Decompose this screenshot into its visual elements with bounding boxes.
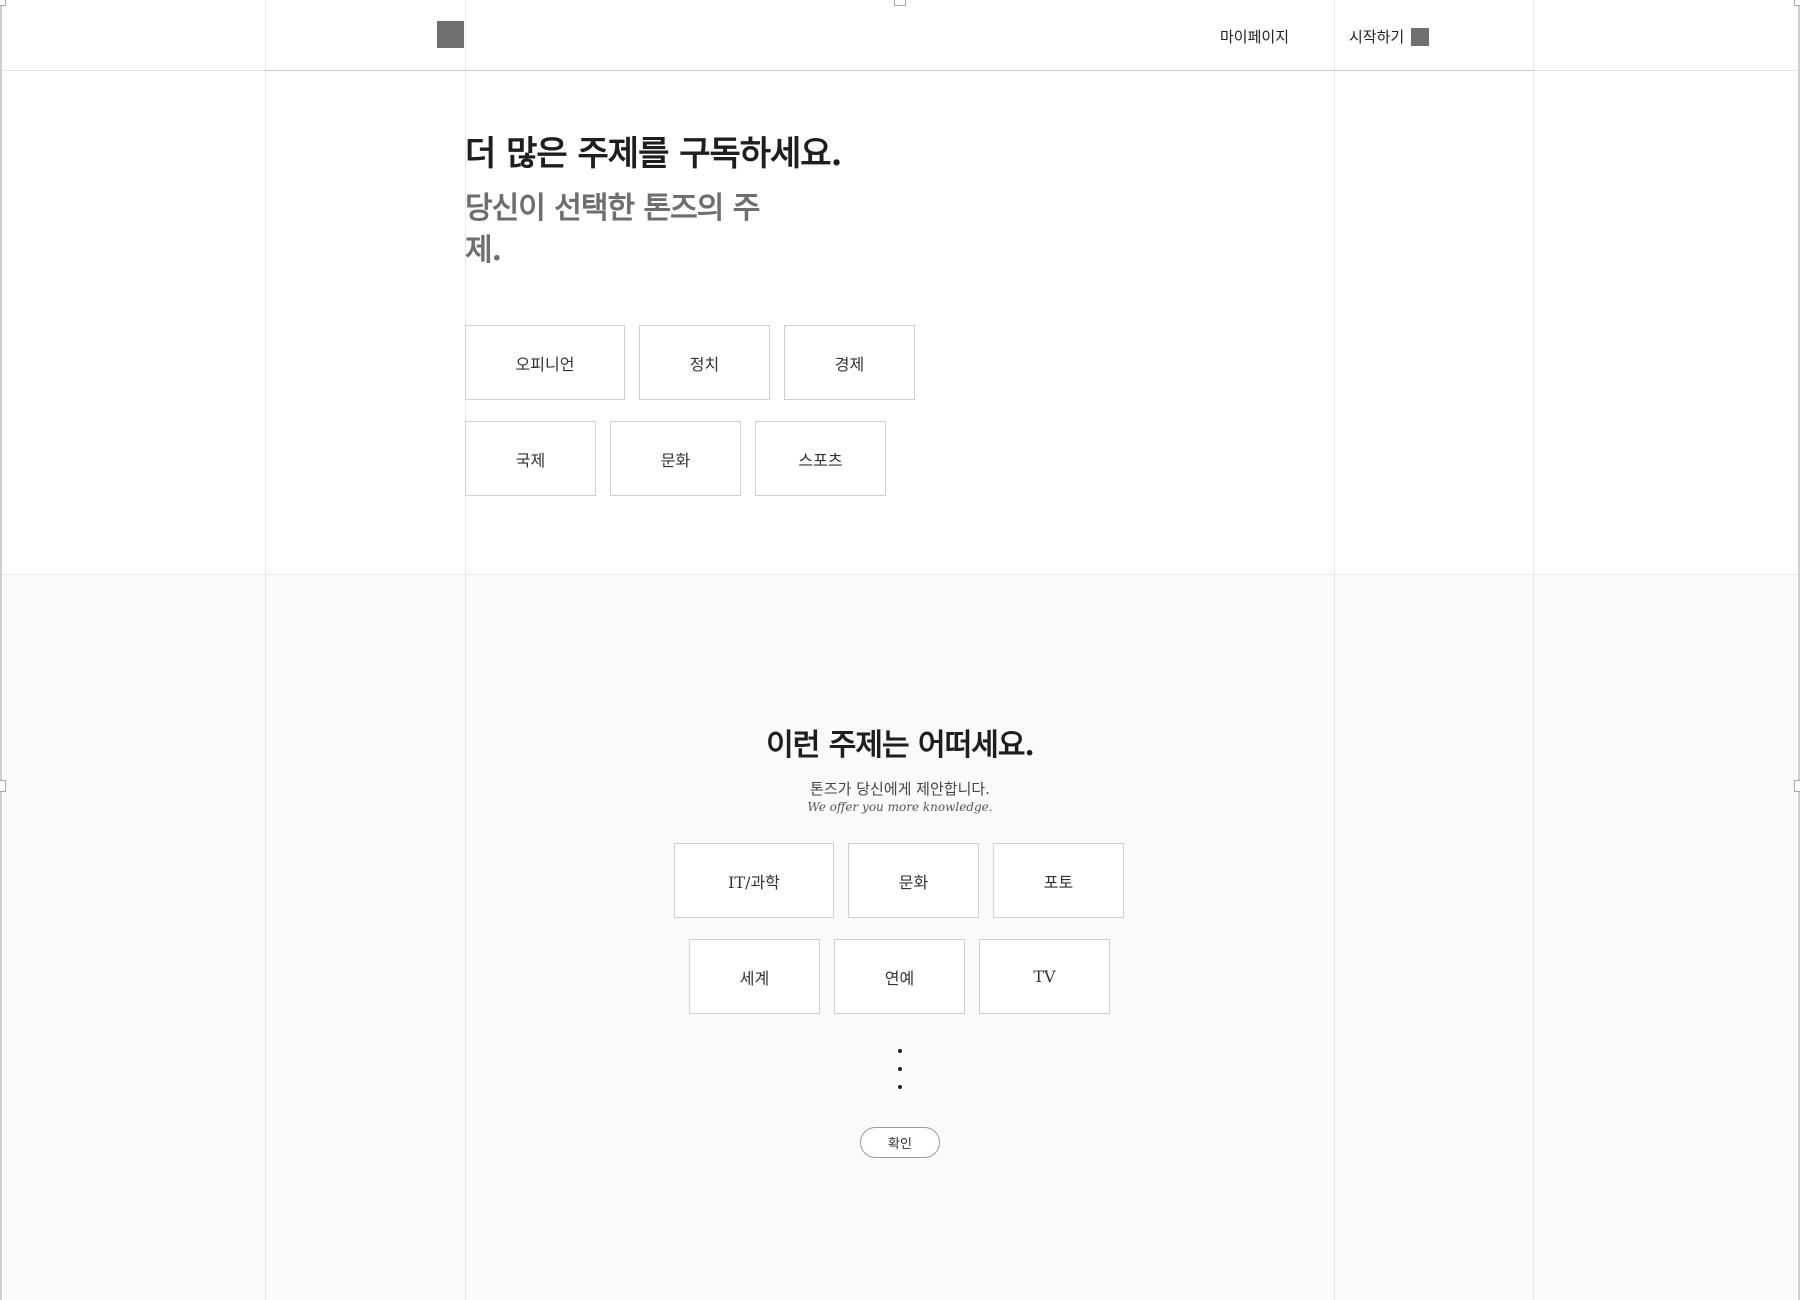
header-divider: [265, 70, 1534, 71]
guide-line: [265, 0, 266, 1300]
more-dot: [898, 1085, 902, 1089]
topic-tile-culture[interactable]: 문화: [610, 421, 741, 496]
subscribe-heading: 더 많은 주제를 구독하세요.: [465, 134, 842, 174]
topic-tile-sports[interactable]: 스포츠: [755, 421, 886, 496]
suggest-tile-it-science[interactable]: IT/과학: [674, 843, 834, 918]
resize-handle[interactable]: [1794, 0, 1800, 6]
suggest-tile-world[interactable]: 세계: [689, 939, 820, 1014]
suggest-tile-entertainment[interactable]: 연예: [834, 939, 965, 1014]
mypage-link[interactable]: 마이페이지: [1220, 26, 1289, 47]
suggest-tile-culture[interactable]: 문화: [848, 843, 979, 918]
resize-handle[interactable]: [894, 0, 906, 6]
suggest-tile-photo[interactable]: 포토: [993, 843, 1124, 918]
topic-tile-politics[interactable]: 정치: [639, 325, 770, 400]
resize-handle[interactable]: [0, 0, 6, 6]
suggest-heading: 이런 주제는 어떠세요.: [766, 728, 1035, 763]
topic-tile-international[interactable]: 국제: [465, 421, 596, 496]
start-icon: [1411, 27, 1430, 46]
subscribe-subheading: 당신이 선택한 톤즈의 주제.: [465, 191, 760, 268]
topic-tile-opinion[interactable]: 오피니언: [465, 325, 625, 400]
guide-line: [1533, 0, 1534, 1300]
suggest-subtitle-en: We offer you more knowledge.: [807, 800, 993, 814]
section-divider: [3, 574, 1797, 575]
suggest-subtitle: 톤즈가 당신에게 제안합니다.: [810, 780, 990, 798]
start-label: 시작하기: [1349, 28, 1405, 46]
suggest-section-background: [3, 574, 1797, 1300]
more-dot: [898, 1049, 902, 1053]
confirm-button[interactable]: 확인: [860, 1127, 940, 1158]
guide-line: [1334, 0, 1335, 1300]
start-link[interactable]: 시작하기: [1349, 26, 1430, 47]
logo-placeholder[interactable]: [437, 21, 464, 48]
topic-tile-economy[interactable]: 경제: [784, 325, 915, 400]
more-dot: [898, 1067, 902, 1071]
suggest-tile-tv[interactable]: TV: [979, 939, 1110, 1014]
